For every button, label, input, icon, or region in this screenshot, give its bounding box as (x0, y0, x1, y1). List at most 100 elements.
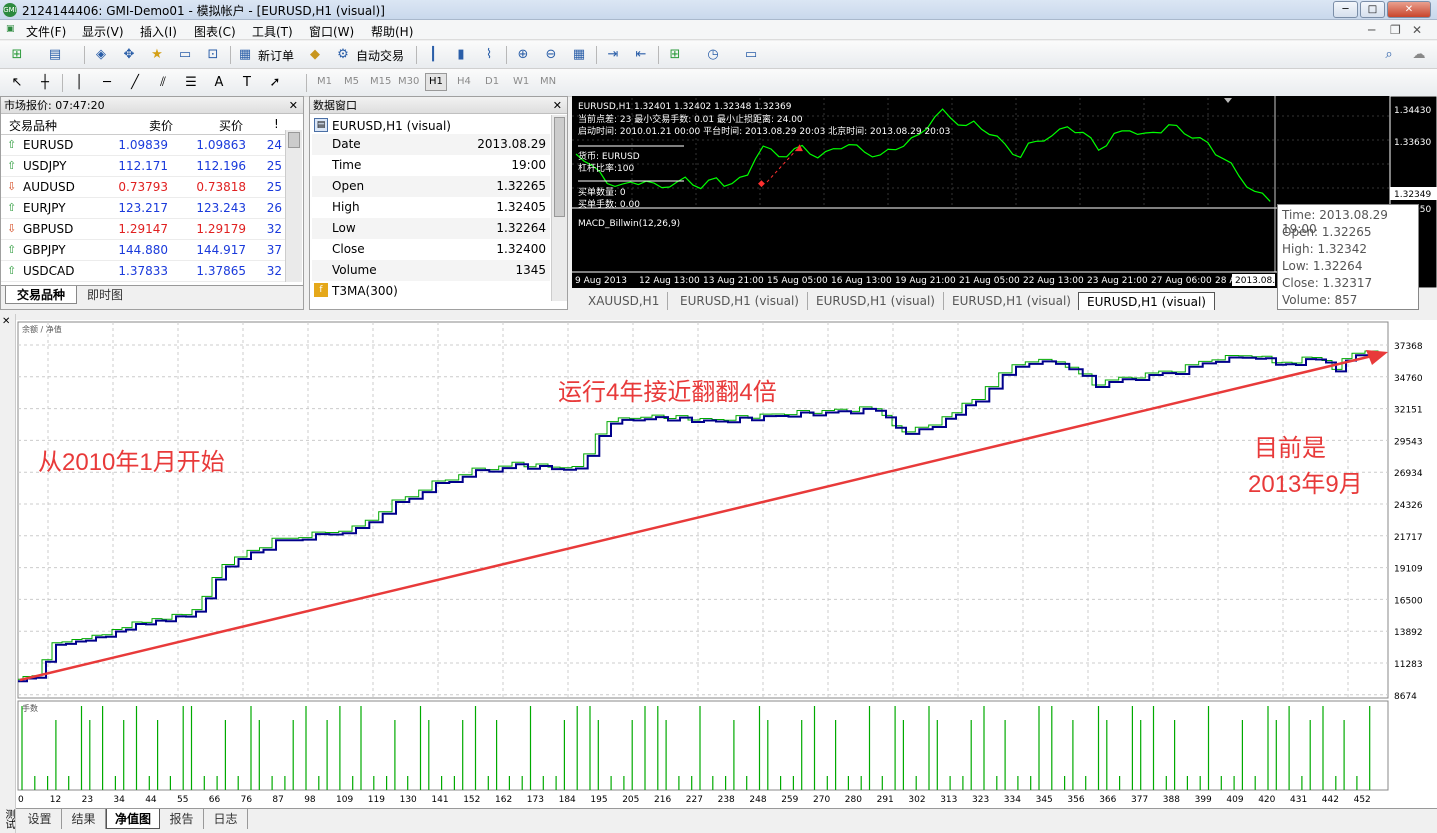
strategy-tester-icon[interactable]: ⊡ (202, 45, 224, 65)
x-tick-label: 205 (622, 795, 639, 805)
tab-settings[interactable]: 设置 (18, 809, 62, 829)
close-button[interactable]: ✕ (1387, 1, 1431, 18)
tf-h1[interactable]: H1 (425, 73, 447, 91)
y-tick-label: 16500 (1394, 596, 1423, 606)
tf-m5[interactable]: M5 (344, 76, 359, 87)
col-ask[interactable]: 买价 (219, 117, 243, 134)
data-value: 1.32265 (496, 179, 546, 193)
tf-h4[interactable]: H4 (457, 76, 471, 87)
market-watch-row[interactable]: ⇧ USDCAD 1.37833 1.37865 32 (1, 261, 286, 282)
cursor-icon[interactable]: ↖ (6, 73, 28, 93)
chart-tab-eurusd-2[interactable]: EURUSD,H1 (visual) (808, 292, 944, 310)
col-bid[interactable]: 卖价 (149, 117, 173, 134)
new-order-icon[interactable]: ▦ (234, 45, 256, 65)
chart-tab-eurusd-1[interactable]: EURUSD,H1 (visual) (672, 292, 808, 310)
tf-m30[interactable]: M30 (398, 76, 419, 87)
chart-tab-xauusd[interactable]: XAUUSD,H1 (580, 292, 669, 310)
doc-icon[interactable]: ▣ (6, 24, 15, 34)
time-label: 21 Aug 05:00 (959, 276, 1020, 286)
auto-trade-icon[interactable]: ⚙ (332, 45, 354, 65)
tf-m15[interactable]: M15 (370, 76, 391, 87)
tab-journal[interactable]: 日志 (204, 809, 248, 829)
x-tick-label: 12 (50, 795, 61, 805)
periods-icon[interactable]: ◷ (702, 45, 724, 65)
child-minimize-button[interactable]: ─ (1368, 23, 1375, 37)
candlestick-icon[interactable]: ▮ (450, 45, 472, 65)
bar-chart-icon[interactable]: ┃ (422, 45, 444, 65)
equity-chart[interactable]: 37368 34760 32151 29543 26934 24326 21717 19109… (16, 320, 1437, 808)
maximize-button[interactable]: □ (1360, 1, 1385, 18)
chat-icon[interactable]: ☁ (1408, 45, 1430, 65)
data-window-scrollbar[interactable] (551, 115, 567, 301)
close-icon[interactable]: ✕ (2, 316, 10, 327)
navigator-icon[interactable]: ★ (146, 45, 168, 65)
text-label-icon[interactable]: T (236, 73, 258, 93)
market-watch-row[interactable]: ⇧ EURJPY 123.217 123.243 26 (1, 198, 286, 219)
col-symbol[interactable]: 交易品种 (9, 117, 57, 134)
x-tick-label: 76 (241, 795, 253, 805)
menu-insert[interactable]: 插入(I) (140, 23, 177, 40)
arrow-up-icon: ⇧ (7, 243, 17, 256)
tab-equity-graph[interactable]: 净值图 (106, 809, 160, 829)
new-chart-icon[interactable]: ⊞ (6, 45, 28, 65)
market-watch-scrollbar[interactable] (285, 130, 302, 282)
tf-m1[interactable]: M1 (317, 76, 332, 87)
fibonacci-icon[interactable]: ☰ (180, 73, 202, 93)
bid-price: 1.37833 (118, 264, 168, 278)
zoom-out-icon[interactable]: ⊖ (540, 45, 562, 65)
terminal-icon[interactable]: ▭ (174, 45, 196, 65)
tab-results[interactable]: 结果 (62, 809, 106, 829)
tf-d1[interactable]: D1 (485, 76, 499, 87)
menu-window[interactable]: 窗口(W) (309, 23, 354, 40)
tab-report[interactable]: 报告 (160, 809, 204, 829)
chart-tab-eurusd-active[interactable]: EURUSD,H1 (visual) (1078, 292, 1215, 310)
indicators-icon[interactable]: ⊞ (664, 45, 686, 65)
data-window-chart-row: ▤ EURUSD,H1 (visual) (312, 116, 550, 136)
crosshair-icon[interactable]: ┼ (34, 73, 56, 93)
tab-tick-chart[interactable]: 即时图 (79, 286, 131, 304)
ask-price: 0.73818 (196, 180, 246, 194)
menu-help[interactable]: 帮助(H) (371, 23, 413, 40)
templates-icon[interactable]: ▭ (740, 45, 762, 65)
vertical-line-icon[interactable]: │ (68, 73, 90, 93)
auto-trade-button[interactable]: 自动交易 (356, 47, 404, 64)
menu-charts[interactable]: 图表(C) (194, 23, 236, 40)
profiles-icon[interactable]: ▤ (44, 45, 66, 65)
market-watch-row[interactable]: ⇧ GBPJPY 144.880 144.917 37 (1, 240, 286, 261)
y-tick-label: 19109 (1394, 565, 1423, 575)
market-watch-row[interactable]: ⇩ GBPUSD 1.29147 1.29179 32 (1, 219, 286, 240)
auto-scroll-icon[interactable]: ⇥ (602, 45, 624, 65)
col-spread[interactable]: ! (274, 117, 279, 131)
menu-view[interactable]: 显示(V) (82, 23, 124, 40)
market-watch-icon[interactable]: ◈ (90, 45, 112, 65)
tile-windows-icon[interactable]: ▦ (568, 45, 590, 65)
data-key: Date (332, 137, 361, 151)
chart-shift-icon[interactable]: ⇤ (630, 45, 652, 65)
minimize-button[interactable]: ─ (1333, 1, 1358, 18)
market-watch-row[interactable]: ⇧ USDJPY 112.171 112.196 25 (1, 156, 286, 177)
line-chart-icon[interactable]: ⌇ (478, 45, 500, 65)
arrows-icon[interactable]: ➚ (264, 73, 286, 93)
search-icon[interactable]: ⌕ (1378, 45, 1400, 65)
chart-tab-eurusd-3[interactable]: EURUSD,H1 (visual) (944, 292, 1080, 310)
tf-mn[interactable]: MN (540, 76, 556, 87)
close-icon[interactable]: ✕ (553, 97, 562, 114)
data-window-icon[interactable]: ✥ (118, 45, 140, 65)
tab-symbols[interactable]: 交易品种 (5, 286, 77, 304)
text-icon[interactable]: A (208, 73, 230, 93)
metaeditor-icon[interactable]: ◆ (304, 45, 326, 65)
trendline-icon[interactable]: ╱ (124, 73, 146, 93)
new-order-button[interactable]: 新订单 (258, 47, 294, 64)
menu-file[interactable]: 文件(F) (26, 23, 66, 40)
tf-w1[interactable]: W1 (513, 76, 529, 87)
menu-tools[interactable]: 工具(T) (252, 23, 293, 40)
child-restore-button[interactable]: ❐ (1390, 23, 1401, 37)
close-icon[interactable]: ✕ (289, 97, 298, 114)
market-watch-row[interactable]: ⇧ EURUSD 1.09839 1.09863 24 (1, 135, 286, 156)
zoom-in-icon[interactable]: ⊕ (512, 45, 534, 65)
market-watch-row[interactable]: ⇩ AUDUSD 0.73793 0.73818 25 (1, 177, 286, 198)
toolbar-separator (658, 46, 659, 64)
horizontal-line-icon[interactable]: ─ (96, 73, 118, 93)
child-close-button[interactable]: ✕ (1412, 23, 1422, 37)
equidistant-channel-icon[interactable]: ⫽ (152, 73, 174, 93)
